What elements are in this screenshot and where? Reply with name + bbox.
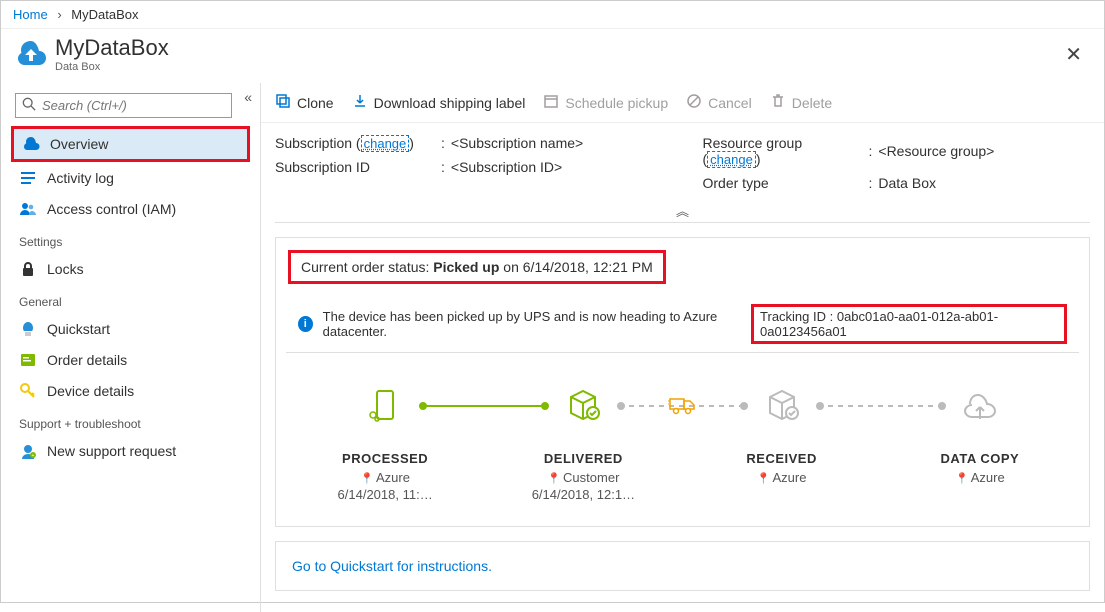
- stage-delivered: DELIVERED 📍Customer 6/14/2018, 12:1…: [484, 383, 682, 502]
- stage-title: DELIVERED: [484, 451, 682, 466]
- subscription-id-value: <Subscription ID>: [451, 159, 562, 175]
- order-type-value: Data Box: [878, 175, 936, 191]
- delete-button[interactable]: Delete: [770, 93, 832, 112]
- databox-icon: [15, 38, 47, 70]
- info-icon: i: [298, 316, 313, 332]
- clone-button[interactable]: Clone: [275, 93, 334, 112]
- stage-date: 6/14/2018, 11:…: [286, 487, 484, 502]
- stage-sub: 📍Azure: [286, 470, 484, 485]
- stage-sub: 📍Azure: [881, 470, 1079, 485]
- order-details-icon: [19, 351, 37, 369]
- cloud-upload-icon: [958, 383, 1002, 427]
- sidebar-item-quickstart[interactable]: Quickstart: [11, 314, 250, 344]
- calendar-icon: [543, 93, 559, 112]
- sidebar-item-label: Locks: [47, 261, 84, 277]
- subscription-value: <Subscription name>: [451, 135, 583, 151]
- stage-date: 6/14/2018, 12:1…: [484, 487, 682, 502]
- delivered-icon: [561, 383, 605, 427]
- order-type-label: Order type: [703, 175, 863, 191]
- sidebar-section-general: General: [11, 285, 250, 313]
- support-icon: +: [19, 442, 37, 460]
- svg-text:+: +: [32, 453, 35, 459]
- collapse-sidebar-icon[interactable]: «: [244, 89, 252, 105]
- cloud-icon: [22, 135, 40, 153]
- clone-icon: [275, 93, 291, 112]
- stage-sub: 📍Customer: [484, 470, 682, 485]
- sidebar-item-label: Activity log: [47, 170, 114, 186]
- sidebar-item-label: Quickstart: [47, 321, 110, 337]
- pin-icon: 📍: [757, 473, 771, 485]
- status-card: Current order status: Picked up on 6/14/…: [275, 237, 1090, 527]
- search-box[interactable]: [15, 93, 232, 118]
- resource-group-value: <Resource group>: [878, 143, 994, 159]
- sidebar-item-label: Access control (IAM): [47, 201, 176, 217]
- sidebar-item-label: Order details: [47, 352, 127, 368]
- quickstart-card: Go to Quickstart for instructions.: [275, 541, 1090, 591]
- quickstart-icon: [19, 320, 37, 338]
- collapse-properties-button[interactable]: ︽: [275, 199, 1090, 223]
- people-icon: [19, 200, 37, 218]
- schedule-pickup-button[interactable]: Schedule pickup: [543, 93, 668, 112]
- search-icon: [22, 97, 36, 114]
- close-icon[interactable]: ✕: [1057, 38, 1090, 71]
- sidebar-item-label: New support request: [47, 443, 176, 459]
- received-icon: [760, 383, 804, 427]
- sidebar-item-access-control[interactable]: Access control (IAM): [11, 194, 250, 224]
- sidebar-item-locks[interactable]: Locks: [11, 254, 250, 284]
- stage-received: RECEIVED 📍Azure: [683, 383, 881, 487]
- stage-processed: PROCESSED 📍Azure 6/14/2018, 11:…: [286, 383, 484, 502]
- sidebar-item-overview[interactable]: Overview: [11, 126, 250, 162]
- resource-group-label: Resource group (change): [703, 135, 863, 167]
- sidebar-item-new-support-request[interactable]: + New support request: [11, 436, 250, 466]
- order-stages: PROCESSED 📍Azure 6/14/2018, 11:… DELIVER…: [276, 371, 1089, 526]
- stage-sub: 📍Azure: [683, 470, 881, 485]
- page-title: MyDataBox: [55, 35, 169, 61]
- breadcrumb-current: MyDataBox: [71, 7, 138, 22]
- stage-title: RECEIVED: [683, 451, 881, 466]
- search-input[interactable]: [42, 98, 225, 113]
- quickstart-link[interactable]: Go to Quickstart for instructions.: [292, 558, 492, 574]
- processed-icon: [363, 383, 407, 427]
- page-subtitle: Data Box: [55, 61, 169, 73]
- main-content: Clone Download shipping label Schedule p…: [261, 83, 1104, 612]
- subscription-id-label: Subscription ID: [275, 159, 435, 175]
- pin-icon: 📍: [360, 473, 374, 485]
- cancel-button[interactable]: Cancel: [686, 93, 752, 112]
- change-resource-group-link[interactable]: change: [707, 151, 756, 168]
- page-header: MyDataBox Data Box ✕: [1, 29, 1104, 83]
- download-icon: [352, 93, 368, 112]
- stage-datacopy: DATA COPY 📍Azure: [881, 383, 1079, 487]
- sidebar-item-activity-log[interactable]: Activity log: [11, 163, 250, 193]
- key-icon: [19, 382, 37, 400]
- stage-title: DATA COPY: [881, 451, 1079, 466]
- change-subscription-link[interactable]: change: [361, 135, 410, 152]
- breadcrumb-home[interactable]: Home: [13, 7, 48, 22]
- tracking-id: Tracking ID : 0abc01a0-aa01-012a-ab01-0a…: [751, 304, 1067, 344]
- sidebar-item-device-details[interactable]: Device details: [11, 376, 250, 406]
- pin-icon: 📍: [547, 473, 561, 485]
- sidebar-item-label: Overview: [50, 136, 108, 152]
- command-bar: Clone Download shipping label Schedule p…: [261, 83, 1104, 123]
- order-status-text: Current order status: Picked up on 6/14/…: [288, 250, 666, 284]
- lock-icon: [19, 260, 37, 278]
- breadcrumb: Home › MyDataBox: [1, 1, 1104, 29]
- sidebar-item-order-details[interactable]: Order details: [11, 345, 250, 375]
- sidebar-section-support: Support + troubleshoot: [11, 407, 250, 435]
- status-info-line: i The device has been picked up by UPS a…: [286, 296, 1079, 353]
- status-info-text: The device has been picked up by UPS and…: [323, 309, 747, 339]
- subscription-label: Subscription (change): [275, 135, 435, 151]
- breadcrumb-sep-icon: ›: [57, 7, 61, 22]
- sidebar: « Overview Activity log Access control (…: [1, 83, 261, 612]
- stage-title: PROCESSED: [286, 451, 484, 466]
- properties-panel: Subscription (change) : <Subscription na…: [261, 123, 1104, 199]
- pin-icon: 📍: [955, 473, 969, 485]
- trash-icon: [770, 93, 786, 112]
- cancel-icon: [686, 93, 702, 112]
- download-shipping-label-button[interactable]: Download shipping label: [352, 93, 526, 112]
- sidebar-item-label: Device details: [47, 383, 134, 399]
- activity-log-icon: [19, 169, 37, 187]
- sidebar-section-settings: Settings: [11, 225, 250, 253]
